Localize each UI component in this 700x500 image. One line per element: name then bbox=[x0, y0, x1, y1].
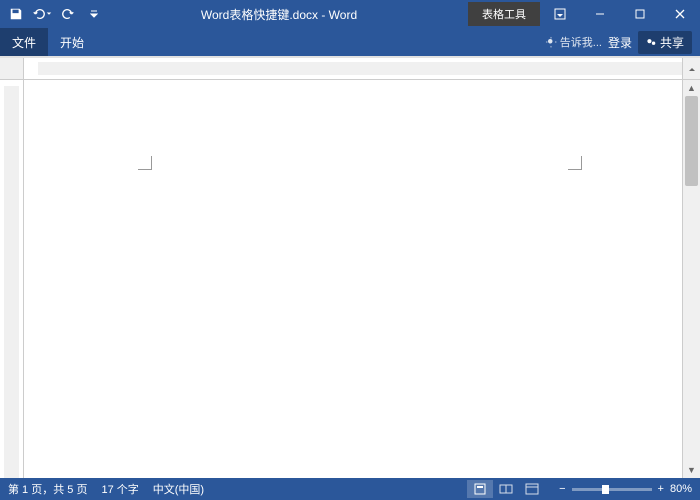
horizontal-ruler-area bbox=[0, 58, 700, 80]
close-button[interactable] bbox=[660, 0, 700, 28]
qat-customize-button[interactable] bbox=[82, 2, 106, 26]
zoom-out-button[interactable]: − bbox=[559, 483, 565, 495]
status-language[interactable]: 中文(中国) bbox=[153, 481, 204, 497]
document-canvas[interactable] bbox=[24, 80, 682, 478]
view-read-mode[interactable] bbox=[493, 480, 519, 498]
tab-开始[interactable]: 开始 bbox=[48, 28, 96, 56]
status-word-count[interactable]: 17 个字 bbox=[101, 481, 138, 497]
context-tab-tabletools: 表格工具 bbox=[468, 2, 540, 26]
zoom-in-button[interactable]: + bbox=[658, 483, 664, 495]
hscroll-up-button[interactable] bbox=[682, 58, 700, 79]
ribbon-options-button[interactable] bbox=[540, 0, 580, 28]
window-controls bbox=[540, 0, 700, 28]
view-switcher bbox=[467, 480, 545, 498]
maximize-button[interactable] bbox=[620, 0, 660, 28]
login-link[interactable]: 登录 bbox=[608, 34, 632, 51]
vertical-scrollbar[interactable]: ▲ ▼ bbox=[682, 80, 700, 478]
zoom-level[interactable]: 80% bbox=[670, 483, 692, 495]
window-title: Word表格快捷键.docx - Word bbox=[110, 6, 448, 23]
vertical-ruler[interactable] bbox=[0, 80, 24, 478]
status-bar: 第 1 页，共 5 页 17 个字 中文(中国) − + 80% bbox=[0, 478, 700, 500]
view-print-layout[interactable] bbox=[467, 480, 493, 498]
redo-button[interactable] bbox=[56, 2, 80, 26]
zoom-control: − + 80% bbox=[559, 483, 692, 495]
scroll-up-button[interactable]: ▲ bbox=[683, 80, 700, 96]
crop-mark-right bbox=[568, 156, 582, 170]
status-page[interactable]: 第 1 页，共 5 页 bbox=[8, 481, 87, 497]
horizontal-ruler[interactable] bbox=[24, 58, 682, 79]
scroll-down-button[interactable]: ▼ bbox=[683, 462, 700, 478]
view-web-layout[interactable] bbox=[519, 480, 545, 498]
zoom-slider[interactable] bbox=[572, 488, 652, 491]
minimize-button[interactable] bbox=[580, 0, 620, 28]
undo-button[interactable] bbox=[30, 2, 54, 26]
zoom-slider-thumb[interactable] bbox=[602, 485, 609, 494]
share-label: 共享 bbox=[660, 34, 684, 51]
tell-me-search[interactable]: 告诉我... bbox=[545, 34, 602, 50]
tell-me-label: 告诉我... bbox=[560, 34, 602, 50]
save-button[interactable] bbox=[4, 2, 28, 26]
crop-mark-left bbox=[138, 156, 152, 170]
title-bar: Word表格快捷键.docx - Word 表格工具 bbox=[0, 0, 700, 28]
share-button[interactable]: 共享 bbox=[638, 31, 692, 54]
scroll-thumb[interactable] bbox=[685, 96, 698, 186]
ribbon-tabs: 文件 开始 告诉我... 登录 共享 bbox=[0, 28, 700, 56]
page bbox=[38, 86, 682, 478]
ruler-corner bbox=[0, 58, 24, 79]
quick-access-toolbar bbox=[0, 2, 110, 26]
tab-file[interactable]: 文件 bbox=[0, 28, 48, 56]
